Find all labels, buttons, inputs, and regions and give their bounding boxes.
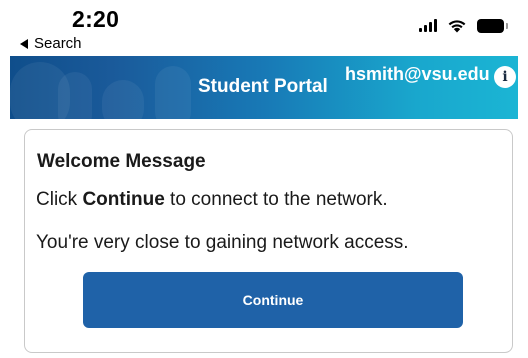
welcome-subtext: You're very close to gaining network acc… [36,232,409,253]
battery-icon [477,18,508,33]
back-arrow-icon [20,38,28,49]
status-bar: 2:20 Search [0,0,528,56]
welcome-title: Welcome Message [37,151,206,172]
back-link-label: Search [34,35,82,52]
portal-title: Student Portal [198,76,328,97]
status-icons [419,18,508,33]
status-time: 2:20 [72,6,120,32]
wifi-icon [448,20,466,33]
continue-keyword: Continue [82,189,165,210]
back-to-search-link[interactable]: Search [20,35,82,52]
info-icon[interactable]: i [494,66,516,88]
signal-bars-icon [419,19,437,32]
welcome-card: Welcome Message Click Continue to connec… [24,129,513,353]
continue-button[interactable]: Continue [83,272,463,328]
user-email[interactable]: hsmith@vsu.edu [345,64,490,85]
welcome-instruction: Click Continue to connect to the network… [36,189,388,210]
portal-header: Student Portal hsmith@vsu.edu i [10,56,518,119]
